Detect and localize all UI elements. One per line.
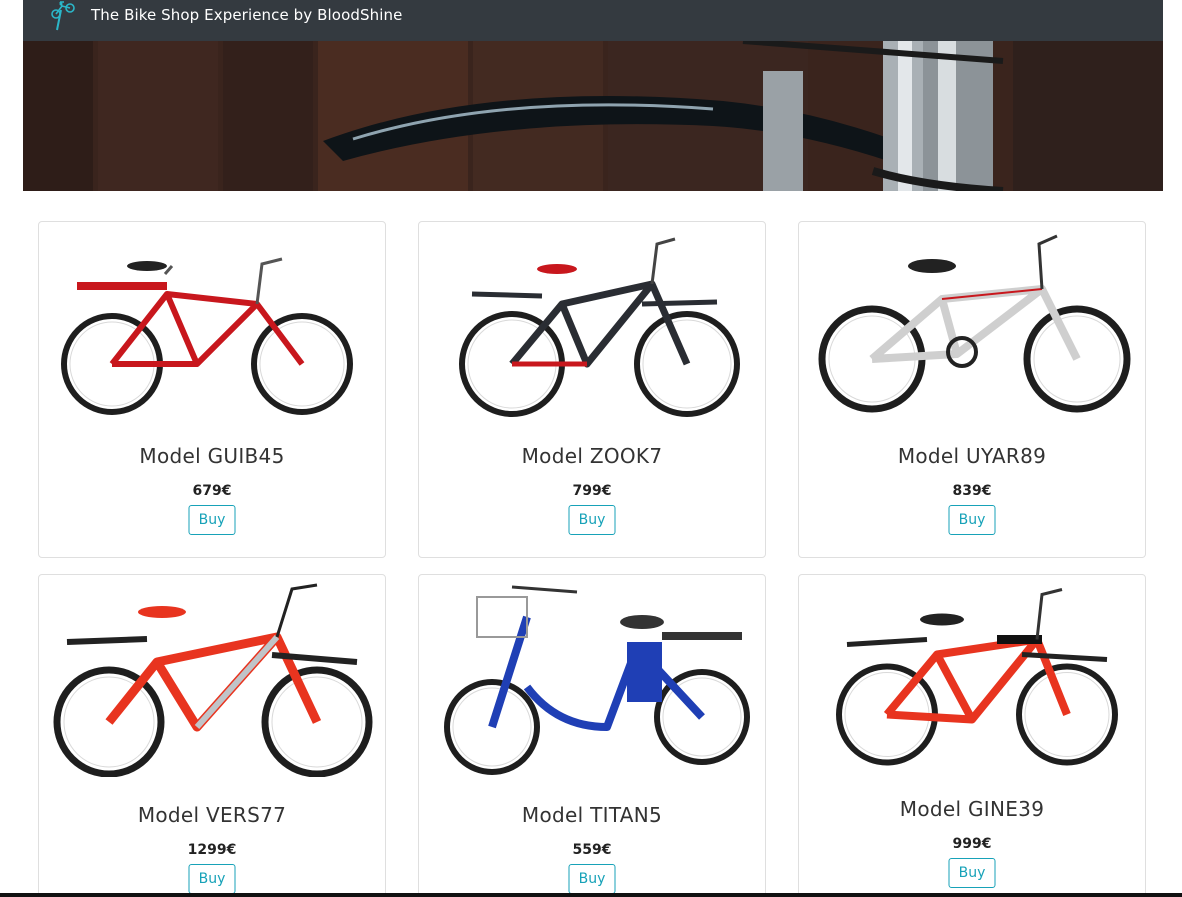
product-card: Model ZOOK7 799€ Buy [418, 221, 766, 558]
product-name: Model VERS77 [137, 803, 287, 827]
product-price: 799€ [572, 483, 612, 499]
product-name: Model GUIB45 [139, 444, 285, 468]
buy-button[interactable]: Buy [568, 505, 616, 535]
buy-button[interactable]: Buy [948, 858, 996, 888]
viewport-bottom-edge [0, 893, 1182, 897]
product-card: Model TITAN5 559€ Buy [418, 574, 766, 897]
product-name: Model GINE39 [899, 797, 1045, 821]
product-price: 679€ [192, 483, 232, 499]
bike-image [53, 583, 373, 777]
product-card: Model VERS77 1299€ Buy [38, 574, 386, 897]
bike-image [459, 237, 740, 417]
buy-button[interactable]: Buy [188, 505, 236, 535]
product-price: 999€ [952, 836, 992, 852]
bike-image [836, 588, 1118, 766]
buy-button[interactable]: Buy [188, 864, 236, 894]
product-card: Model GUIB45 679€ Buy [38, 221, 386, 558]
page: The Bike Shop Experience by BloodShine M… [0, 0, 1182, 897]
buy-button[interactable]: Buy [568, 864, 616, 894]
bike-image [444, 585, 750, 775]
product-price: 559€ [572, 842, 612, 858]
navbar: The Bike Shop Experience by BloodShine [23, 0, 1163, 41]
hero-banner [23, 41, 1163, 191]
buy-button[interactable]: Buy [948, 505, 996, 535]
hero-bike-image [23, 41, 1163, 191]
product-name: Model UYAR89 [897, 444, 1047, 468]
product-name: Model TITAN5 [521, 803, 663, 827]
cyclist-logo-icon[interactable] [47, 0, 79, 32]
product-price: 1299€ [187, 842, 237, 858]
bike-image [818, 234, 1131, 413]
product-card: Model GINE39 999€ Buy [798, 574, 1146, 897]
product-card: Model UYAR89 839€ Buy [798, 221, 1146, 558]
product-name: Model ZOOK7 [521, 444, 663, 468]
product-price: 839€ [952, 483, 992, 499]
bike-image [61, 257, 353, 415]
brand-title[interactable]: The Bike Shop Experience by BloodShine [91, 6, 402, 24]
